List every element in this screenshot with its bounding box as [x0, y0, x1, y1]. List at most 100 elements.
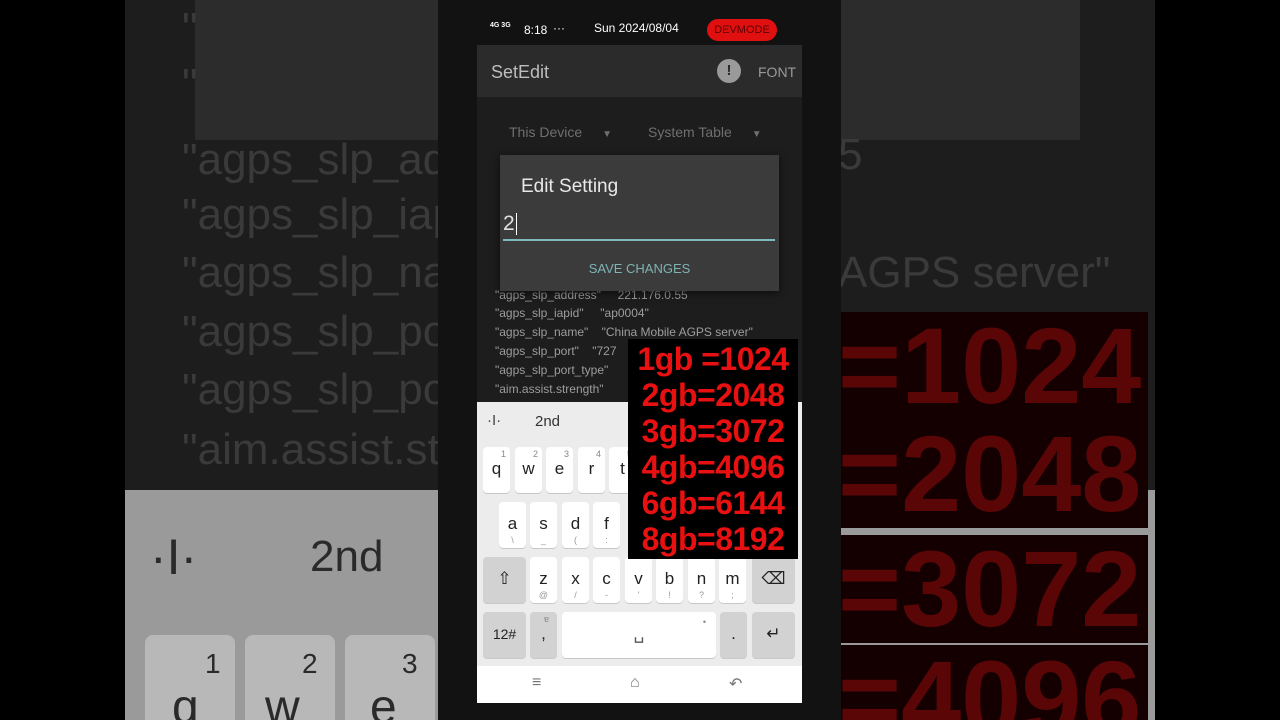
bg-line: "agps_slp_iap	[182, 190, 457, 239]
status-bar: 4G 3G 8:18 ··· Sun 2024/08/04 DEVMODE	[477, 0, 802, 45]
key-f[interactable]: f:	[593, 502, 620, 548]
space-key[interactable]: ␣ •	[562, 612, 716, 658]
key-x[interactable]: x /	[562, 557, 589, 603]
key-q[interactable]: q1	[483, 447, 510, 493]
key-v[interactable]: v '	[625, 557, 652, 603]
home-icon[interactable]: ⌂	[630, 674, 640, 692]
key-label: e	[554, 459, 565, 478]
key-m[interactable]: m;	[719, 557, 746, 603]
setting-row[interactable]: "aim.assist.strength"	[495, 382, 604, 396]
bg-red-text: =1024	[838, 312, 1148, 420]
period-key[interactable]: .	[720, 612, 747, 658]
bg-red-text: =4096	[838, 645, 1148, 720]
font-button[interactable]: FONT	[758, 64, 796, 80]
key-label: w	[522, 459, 535, 478]
bg-num: 1	[205, 648, 221, 679]
key-sublabel: \	[511, 535, 514, 545]
key-w[interactable]: w2	[515, 447, 542, 493]
key-n[interactable]: n?	[688, 557, 715, 603]
key-sublabel: !	[668, 590, 671, 600]
bg-num: 2	[302, 648, 318, 679]
key-sublabel: 1	[500, 449, 506, 459]
bg-red-text: =2048	[838, 420, 1148, 528]
menu-icon[interactable]: ≡	[532, 674, 541, 692]
app-bar: SetEdit ! FONT	[477, 45, 802, 97]
enter-key[interactable]: ↵	[752, 612, 795, 658]
ram-overlay: 1gb =1024 2gb=2048 3gb=3072 4gb=4096 6gb…	[628, 339, 798, 559]
setting-key: "agps_slp_name"	[495, 325, 589, 339]
setting-value: "727	[592, 344, 617, 358]
key-z[interactable]: z @	[530, 557, 557, 603]
setting-row[interactable]: "agps_slp_port" "727	[495, 344, 617, 358]
mic-icon: •	[702, 617, 706, 627]
bg-num: 3	[402, 648, 418, 679]
setting-row[interactable]: "agps_slp_iapid" "ap0004"	[495, 306, 649, 320]
key-a[interactable]: a \	[499, 502, 526, 548]
back-icon[interactable]: ↶	[729, 674, 742, 694]
signal-icon: 4G 3G	[490, 22, 511, 29]
key-sublabel: 2	[532, 449, 538, 459]
backspace-key[interactable]: ⌫	[752, 557, 795, 603]
status-date: Sun 2024/08/04	[594, 21, 679, 35]
key-sublabel: ɐ	[543, 614, 549, 624]
key-sublabel: _	[540, 535, 546, 545]
bg-line: "agps_slp_po	[182, 307, 448, 356]
key-label: t	[620, 459, 625, 478]
status-time: 8:18	[524, 23, 548, 37]
bg-line: "	[182, 4, 198, 53]
key-label: s	[539, 514, 548, 533]
comma-key[interactable]: ,ɐ	[530, 612, 557, 658]
table-dropdown-label: System Table	[648, 124, 732, 140]
key-label: .	[731, 624, 736, 643]
navigation-bar: ≡ ⌂ ↶	[477, 666, 802, 703]
setting-value: "ap0004"	[600, 306, 649, 320]
bg-letter: e	[370, 681, 397, 720]
key-label: ,	[541, 624, 546, 643]
key-sublabel: (	[574, 535, 577, 545]
key-sublabel: '	[637, 590, 640, 600]
key-r[interactable]: r4	[578, 447, 605, 493]
save-changes-button[interactable]: SAVE CHANGES	[500, 261, 779, 276]
key-sublabel: ;	[731, 590, 734, 600]
caret-down-icon: ▼	[751, 129, 762, 140]
setting-key: "agps_slp_port_type"	[495, 363, 609, 377]
bg-side-text: AGPS server"	[838, 248, 1111, 297]
signal-b: 3G	[501, 22, 511, 29]
more-icon: ···	[553, 21, 565, 35]
shift-key[interactable]: ⇧	[483, 557, 526, 603]
backspace-icon: ⌫	[761, 569, 786, 588]
bg-cursor-icon: ·I·	[150, 529, 198, 585]
shift-icon: ⇧	[497, 569, 512, 588]
key-sublabel: /	[574, 590, 577, 600]
device-dropdown[interactable]: This Device ▼	[509, 124, 612, 140]
key-label: f	[604, 514, 609, 533]
overlay-line: 8gb=8192	[641, 521, 785, 557]
key-label: d	[570, 514, 581, 533]
device-dropdown-label: This Device	[509, 124, 583, 140]
devmode-badge: DEVMODE	[707, 19, 777, 41]
key-label: m	[725, 569, 740, 588]
key-e[interactable]: e3	[546, 447, 573, 493]
key-label: b	[664, 569, 675, 588]
table-dropdown[interactable]: System Table ▼	[648, 124, 762, 140]
setting-key: "agps_slp_iapid"	[495, 306, 584, 320]
bg-second: 2nd	[310, 532, 384, 581]
alert-icon[interactable]: !	[717, 59, 741, 83]
setting-key: "agps_slp_port"	[495, 344, 579, 358]
key-b[interactable]: b!	[656, 557, 683, 603]
key-s[interactable]: s _	[530, 502, 557, 548]
overlay-line: 1gb =1024	[637, 341, 789, 377]
cursor-control-icon[interactable]: ·I·	[487, 412, 501, 429]
setting-row[interactable]: "agps_slp_name" "China Mobile AGPS serve…	[495, 325, 753, 339]
second-button[interactable]: 2nd	[535, 413, 560, 430]
setting-value-input[interactable]: 2	[503, 212, 517, 236]
setting-row[interactable]: "agps_slp_port_type"	[495, 363, 608, 377]
edit-setting-dialog: Edit Setting 2 SAVE CHANGES	[500, 155, 779, 291]
key-d[interactable]: d(	[562, 502, 589, 548]
input-text: 2	[503, 212, 515, 235]
key-c[interactable]: c-	[593, 557, 620, 603]
numbers-key[interactable]: 12#	[483, 612, 526, 658]
key-label: r	[588, 459, 595, 478]
key-sublabel: ?	[698, 590, 704, 600]
text-cursor	[515, 213, 517, 236]
